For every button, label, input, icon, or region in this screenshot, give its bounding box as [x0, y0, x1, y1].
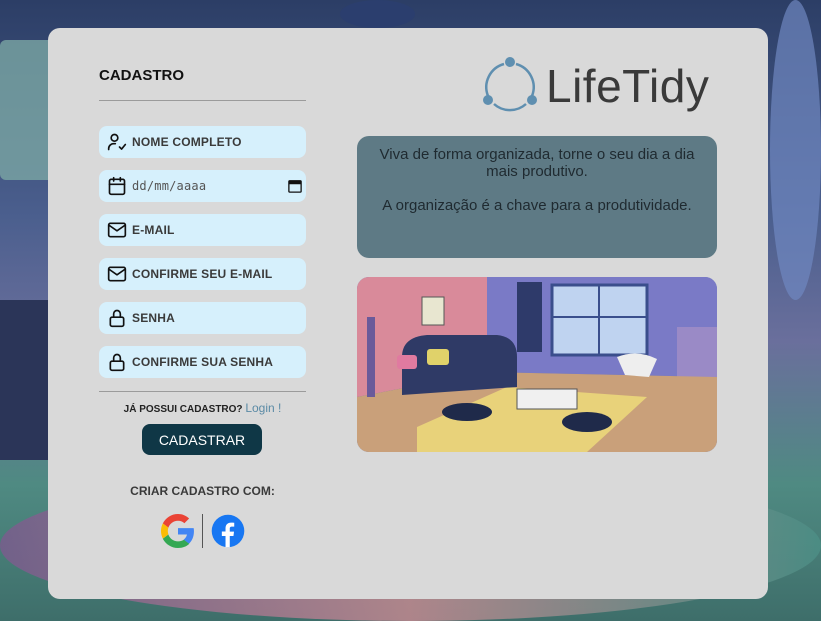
full-name-input[interactable]: NOME COMPLETO [99, 126, 306, 158]
date-picker-icon[interactable] [288, 179, 302, 193]
confirm-email-label: CONFIRME SEU E-MAIL [132, 267, 273, 281]
calendar-icon [108, 176, 126, 196]
brand-name: LifeTidy [546, 60, 710, 112]
email-label: E-MAIL [132, 223, 175, 237]
google-icon[interactable] [161, 514, 195, 548]
room-illustration [357, 277, 717, 452]
lock-icon [109, 353, 125, 372]
birthdate-input[interactable]: dd/mm/aaaa [99, 170, 306, 202]
email-input[interactable]: E-MAIL [99, 214, 306, 246]
room-illustration-art [357, 277, 717, 452]
date-placeholder: dd/mm/aaaa [132, 179, 207, 193]
login-link[interactable]: Login ! [245, 401, 281, 415]
quote-line-1: Viva de forma organizada, torne o seu di… [379, 146, 695, 180]
social-signup-title: CRIAR CADASTRO COM: [130, 484, 275, 498]
form-title: CADASTRO [99, 67, 184, 84]
quote-line-2: A organização é a chave para a produtivi… [382, 197, 692, 214]
full-name-label: NOME COMPLETO [132, 135, 242, 149]
mail-icon [107, 266, 127, 282]
brand-logo: LifeTidy [480, 56, 709, 116]
motivational-quote: Viva de forma organizada, torne o seu di… [357, 136, 717, 258]
social-signup [161, 514, 245, 548]
confirm-password-input[interactable]: CONFIRME SUA SENHA [99, 346, 306, 378]
signup-panel: CADASTRO NOME COMPLETO dd/mm/aaaa E-MAIL… [48, 28, 768, 599]
lock-icon [109, 309, 125, 328]
divider [99, 100, 306, 101]
password-input[interactable]: SENHA [99, 302, 306, 334]
login-prompt-text: JÁ POSSUI CADASTRO? [123, 404, 243, 415]
logo-icon [483, 57, 537, 112]
user-check-icon [107, 133, 127, 151]
facebook-icon[interactable] [211, 514, 245, 548]
mail-icon [107, 222, 127, 238]
login-prompt: JÁ POSSUI CADASTRO? Login ! [99, 401, 306, 415]
social-separator [202, 514, 203, 548]
divider [99, 391, 306, 392]
confirm-password-label: CONFIRME SUA SENHA [132, 355, 274, 369]
submit-button[interactable]: CADASTRAR [142, 424, 262, 455]
password-label: SENHA [132, 311, 176, 325]
confirm-email-input[interactable]: CONFIRME SEU E-MAIL [99, 258, 306, 290]
